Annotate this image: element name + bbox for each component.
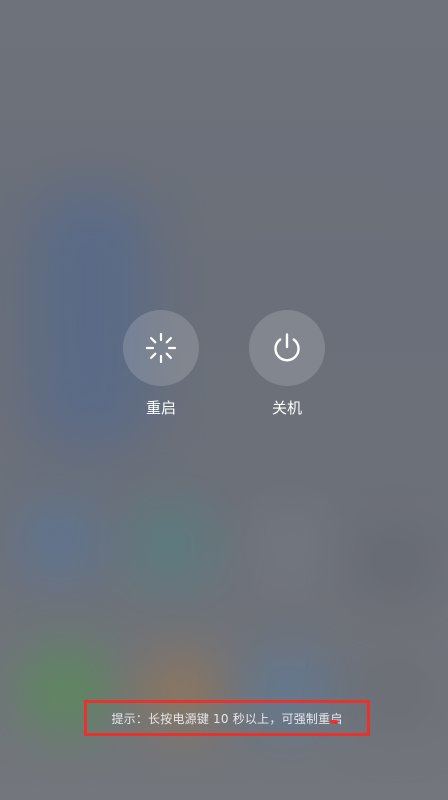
- blurred-app-icon: [355, 530, 435, 600]
- annotation-mark: [330, 720, 338, 724]
- power-icon: [269, 330, 305, 366]
- shutdown-label: 关机: [271, 399, 302, 417]
- force-restart-hint-highlight: 提示：长按电源键 10 秒以上，可强制重启: [84, 700, 370, 736]
- blurred-home-screen-background: [0, 0, 448, 800]
- restart-label: 重启: [145, 399, 176, 417]
- force-restart-hint: 提示：长按电源键 10 秒以上，可强制重启: [111, 711, 343, 726]
- shutdown-button[interactable]: [249, 310, 325, 386]
- blurred-app-icon: [250, 510, 330, 580]
- restart-button[interactable]: [123, 310, 199, 386]
- shutdown-option[interactable]: 关机: [249, 310, 325, 418]
- blurred-app-icon: [20, 500, 100, 580]
- restart-option[interactable]: 重启: [123, 310, 199, 418]
- restart-spinner-icon: [144, 331, 178, 365]
- blurred-app-icon: [130, 510, 210, 580]
